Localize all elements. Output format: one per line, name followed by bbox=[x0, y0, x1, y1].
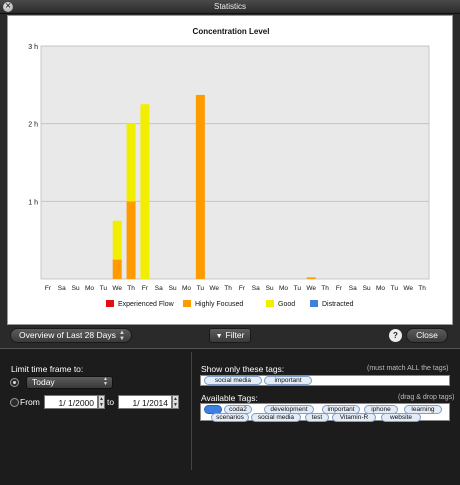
close-button[interactable]: Close bbox=[406, 328, 448, 343]
bar-segment bbox=[112, 259, 122, 279]
overview-period-label: Overview of Last 28 Days bbox=[19, 330, 116, 340]
title-bar: ✕ Statistics bbox=[0, 0, 460, 14]
from-date-stepper[interactable]: ▲ ▼ bbox=[98, 395, 105, 409]
select-arrows-icon: ▲ ▼ bbox=[103, 376, 108, 387]
available-tag[interactable]: website bbox=[381, 413, 421, 422]
available-tags-hint: (drag & drop tags) bbox=[398, 394, 455, 401]
x-tick-label: Th bbox=[321, 285, 329, 292]
x-tick-label: Th bbox=[127, 285, 135, 292]
overview-period-select[interactable]: Overview of Last 28 Days ▲ ▼ bbox=[10, 328, 132, 343]
legend-swatch bbox=[106, 300, 114, 307]
bar-segment bbox=[126, 123, 136, 202]
legend-swatch bbox=[266, 300, 274, 307]
available-tags-heading: Available Tags: bbox=[201, 393, 258, 403]
filter-tags-field[interactable]: social media important bbox=[200, 375, 450, 386]
x-tick-label: Mo bbox=[182, 285, 191, 292]
timeframe-heading: Limit time frame to: bbox=[11, 364, 84, 374]
x-tick-label: Th bbox=[224, 285, 232, 292]
x-tick-label: Tu bbox=[197, 285, 205, 292]
available-tag[interactable]: scenarios bbox=[211, 413, 249, 422]
legend-label: Experienced Flow bbox=[118, 301, 175, 308]
x-tick-label: Fr bbox=[45, 285, 52, 292]
filter-button-label: Filter bbox=[225, 330, 245, 340]
toolbar: Overview of Last 28 Days ▲ ▼ ▼ Filter ? Cl… bbox=[0, 326, 460, 346]
filter-tags-heading: Show only these tags: bbox=[201, 364, 285, 374]
x-tick-label: Sa bbox=[58, 285, 66, 292]
x-tick-label: Su bbox=[169, 285, 177, 292]
x-tick-label: Mo bbox=[279, 285, 288, 292]
x-tick-label: Mo bbox=[376, 285, 385, 292]
available-tag[interactable]: test bbox=[305, 413, 329, 422]
x-tick-label: Fr bbox=[142, 285, 149, 292]
bar-segment bbox=[140, 104, 150, 279]
filter-tag[interactable]: important bbox=[264, 376, 312, 385]
x-tick-label: We bbox=[306, 285, 316, 292]
x-tick-label: Fr bbox=[336, 285, 343, 292]
to-date-stepper[interactable]: ▲ ▼ bbox=[172, 395, 179, 409]
select-arrows-icon: ▲ ▼ bbox=[119, 330, 125, 342]
available-tags-field[interactable]: coda2 development important iphone learn… bbox=[200, 403, 450, 422]
from-label: From bbox=[20, 397, 40, 407]
legend-swatch bbox=[183, 300, 191, 307]
x-tick-label: Tu bbox=[100, 285, 108, 292]
bar-segment bbox=[306, 277, 316, 279]
timeframe-preset-value: Today bbox=[32, 377, 55, 387]
bar-segment bbox=[195, 94, 205, 280]
x-tick-label: Su bbox=[363, 285, 371, 292]
x-tick-label: Mo bbox=[85, 285, 94, 292]
x-tick-label: Tu bbox=[391, 285, 399, 292]
y-tick-label: 2 h bbox=[28, 122, 38, 129]
x-tick-label: Sa bbox=[252, 285, 260, 292]
available-tag[interactable]: social media bbox=[251, 413, 301, 422]
timeframe-preset-select[interactable]: Today ▲ ▼ bbox=[26, 376, 113, 389]
to-label: to bbox=[107, 397, 115, 407]
timeframe-range-radio[interactable] bbox=[10, 398, 19, 407]
filter-button[interactable]: ▼ Filter bbox=[209, 328, 251, 343]
help-button[interactable]: ? bbox=[389, 329, 402, 342]
x-tick-label: We bbox=[209, 285, 219, 292]
x-tick-label: Th bbox=[418, 285, 426, 292]
available-tag[interactable]: Vitamin-R bbox=[332, 413, 376, 422]
bar-segment bbox=[126, 201, 136, 279]
window-title: Statistics bbox=[213, 2, 246, 11]
filter-tags-hint: (must match ALL the tags) bbox=[367, 365, 449, 372]
x-tick-label: We bbox=[403, 285, 413, 292]
timeframe-preset-radio[interactable] bbox=[10, 378, 19, 387]
x-tick-label: Sa bbox=[155, 285, 163, 292]
legend-label: Highly Focused bbox=[195, 301, 243, 308]
filter-tag[interactable]: social media bbox=[204, 376, 262, 385]
x-tick-label: We bbox=[112, 285, 122, 292]
x-tick-label: Su bbox=[266, 285, 274, 292]
plot-area bbox=[40, 45, 430, 280]
funnel-icon: ▼ bbox=[215, 333, 223, 340]
x-tick-label: Su bbox=[72, 285, 80, 292]
legend-label: Good bbox=[278, 301, 295, 308]
from-date-field[interactable]: 1/ 1/2000 bbox=[44, 395, 98, 409]
chart-panel: Concentration Level 1 h 2 h 3 h Fr Sa Su Mo Tu We… bbox=[7, 15, 453, 325]
chart-title: Concentration Level bbox=[193, 27, 270, 36]
concentration-chart: Concentration Level 1 h 2 h 3 h Fr Sa Su Mo Tu We… bbox=[28, 27, 430, 308]
legend-label: Distracted bbox=[322, 301, 354, 308]
statistics-window: ✕ Statistics Concentration Level 1 h 2 h 3 … bbox=[0, 0, 460, 485]
y-tick-label: 1 h bbox=[28, 199, 38, 206]
y-tick-label: 3 h bbox=[28, 44, 38, 51]
panel-divider bbox=[191, 352, 192, 470]
bar-segment bbox=[112, 220, 122, 260]
legend-swatch bbox=[310, 300, 318, 307]
x-tick-label: Sa bbox=[349, 285, 357, 292]
x-tick-label: Fr bbox=[239, 285, 246, 292]
to-date-field[interactable]: 1/ 1/2014 bbox=[118, 395, 172, 409]
x-tick-label: Tu bbox=[294, 285, 302, 292]
